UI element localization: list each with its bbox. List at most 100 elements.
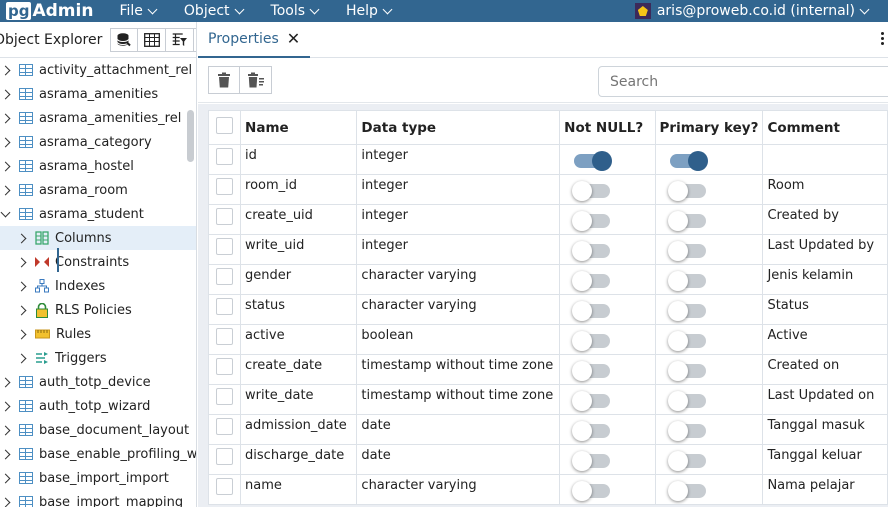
- search-input[interactable]: [598, 66, 888, 97]
- delete-button[interactable]: [208, 66, 240, 94]
- row-checkbox[interactable]: [216, 208, 233, 225]
- chevron-right-icon[interactable]: [0, 401, 11, 411]
- not-null-switch[interactable]: [574, 151, 613, 171]
- tree-node-table[interactable]: auth_totp_device: [0, 370, 196, 394]
- menu-help[interactable]: Help: [346, 3, 393, 19]
- chevron-right-icon[interactable]: [0, 137, 11, 147]
- not-null-switch[interactable]: [572, 301, 611, 321]
- header-data-type[interactable]: Data type: [356, 110, 561, 145]
- not-null-switch[interactable]: [572, 331, 611, 351]
- tree-node-table[interactable]: base_import_import: [0, 466, 196, 490]
- explorer-scrollbar[interactable]: [187, 110, 194, 162]
- tree-node-table[interactable]: base_import_mapping: [0, 490, 196, 507]
- more-options-icon[interactable]: [881, 32, 884, 47]
- primary-key-switch[interactable]: [667, 181, 706, 201]
- chevron-right-icon[interactable]: [16, 233, 27, 243]
- not-null-switch[interactable]: [572, 481, 611, 501]
- primary-key-switch[interactable]: [667, 331, 706, 351]
- table-row[interactable]: create_date timestamp without time zone Cr…: [207, 354, 888, 385]
- chevron-right-icon[interactable]: [16, 353, 27, 363]
- not-null-switch[interactable]: [572, 271, 611, 291]
- row-checkbox[interactable]: [216, 358, 233, 375]
- chevron-right-icon[interactable]: [0, 113, 11, 123]
- not-null-switch[interactable]: [572, 211, 611, 231]
- chevron-right-icon[interactable]: [0, 377, 11, 387]
- table-row[interactable]: status character varying Status: [207, 294, 888, 325]
- header-not-null[interactable]: Not NULL?: [559, 110, 656, 145]
- view-data-button[interactable]: [138, 27, 167, 52]
- not-null-switch[interactable]: [572, 361, 611, 381]
- primary-key-switch[interactable]: [667, 211, 706, 231]
- header-comment[interactable]: Comment: [762, 110, 888, 145]
- not-null-switch[interactable]: [572, 421, 611, 441]
- chevron-down-icon[interactable]: [0, 207, 11, 217]
- tree-node-rules[interactable]: Rules: [0, 322, 196, 346]
- chevron-right-icon[interactable]: [0, 89, 11, 99]
- tree-node-table[interactable]: asrama_amenities_rel: [0, 106, 196, 130]
- row-checkbox[interactable]: [216, 238, 233, 255]
- tree-node-table[interactable]: base_document_layout: [0, 418, 196, 442]
- tab-properties[interactable]: Properties ✕: [198, 22, 311, 58]
- tree-node-table[interactable]: asrama_category: [0, 130, 196, 154]
- table-row[interactable]: active boolean Active: [207, 324, 888, 355]
- row-checkbox[interactable]: [216, 148, 233, 165]
- table-row[interactable]: admission_date date Tanggal masuk: [207, 414, 888, 445]
- primary-key-switch[interactable]: [667, 481, 706, 501]
- tree-node-indexes[interactable]: Indexes: [0, 274, 196, 298]
- primary-key-switch[interactable]: [667, 271, 706, 291]
- row-checkbox[interactable]: [216, 268, 233, 285]
- chevron-right-icon[interactable]: [0, 497, 11, 507]
- primary-key-switch[interactable]: [667, 451, 706, 471]
- tree-node-table[interactable]: activity_attachment_rel: [0, 58, 196, 82]
- tree-node-table[interactable]: asrama_hostel: [0, 154, 196, 178]
- table-row[interactable]: id integer: [207, 144, 888, 175]
- table-row[interactable]: write_uid integer Last Updated by: [207, 234, 888, 265]
- primary-key-switch[interactable]: [667, 391, 706, 411]
- row-checkbox[interactable]: [216, 298, 233, 315]
- row-checkbox[interactable]: [216, 328, 233, 345]
- tree-node-table[interactable]: base_enable_profiling_wi: [0, 442, 196, 466]
- tree-node-table[interactable]: auth_totp_wizard: [0, 394, 196, 418]
- table-row[interactable]: gender character varying Jenis kelamin: [207, 264, 888, 295]
- header-name[interactable]: Name: [240, 110, 358, 145]
- tree-node-table[interactable]: asrama_student: [0, 202, 196, 226]
- chevron-right-icon[interactable]: [0, 65, 11, 75]
- chevron-right-icon[interactable]: [0, 449, 11, 459]
- header-primary-key[interactable]: Primary key?: [654, 110, 764, 145]
- table-row[interactable]: room_id integer Room: [207, 174, 888, 205]
- tree-node-table[interactable]: asrama_amenities: [0, 82, 196, 106]
- not-null-switch[interactable]: [572, 391, 611, 411]
- chevron-right-icon[interactable]: [16, 305, 27, 315]
- filter-rows-button[interactable]: [166, 27, 195, 52]
- row-checkbox[interactable]: [216, 178, 233, 195]
- table-row[interactable]: create_uid integer Created by: [207, 204, 888, 235]
- menu-file[interactable]: File: [119, 3, 158, 19]
- primary-key-switch[interactable]: [667, 241, 706, 261]
- table-row[interactable]: discharge_date date Tanggal keluar: [207, 444, 888, 475]
- user-menu[interactable]: aris@proweb.co.id (internal): [634, 0, 870, 22]
- primary-key-switch[interactable]: [669, 151, 708, 171]
- chevron-right-icon[interactable]: [16, 281, 27, 291]
- chevron-right-icon[interactable]: [16, 257, 27, 267]
- search-objects-button[interactable]: [194, 27, 196, 52]
- chevron-right-icon[interactable]: [0, 473, 11, 483]
- chevron-right-icon[interactable]: [0, 185, 11, 195]
- close-icon[interactable]: ✕: [287, 29, 300, 48]
- select-all-checkbox[interactable]: [216, 117, 233, 134]
- tree-node-triggers[interactable]: Triggers: [0, 346, 196, 370]
- not-null-switch[interactable]: [572, 451, 611, 471]
- chevron-right-icon[interactable]: [0, 161, 11, 171]
- delete-cascade-button[interactable]: [240, 66, 272, 94]
- chevron-right-icon[interactable]: [0, 425, 11, 435]
- not-null-switch[interactable]: [572, 241, 611, 261]
- tree-node-constraints[interactable]: Constraints: [0, 250, 196, 274]
- menu-object[interactable]: Object: [184, 3, 244, 19]
- tree-node-table[interactable]: asrama_room: [0, 178, 196, 202]
- primary-key-switch[interactable]: [667, 361, 706, 381]
- not-null-switch[interactable]: [572, 181, 611, 201]
- row-checkbox[interactable]: [216, 418, 233, 435]
- row-checkbox[interactable]: [216, 388, 233, 405]
- query-tool-button[interactable]: [110, 27, 139, 52]
- primary-key-switch[interactable]: [667, 421, 706, 441]
- tree-node-columns[interactable]: Columns: [0, 226, 196, 250]
